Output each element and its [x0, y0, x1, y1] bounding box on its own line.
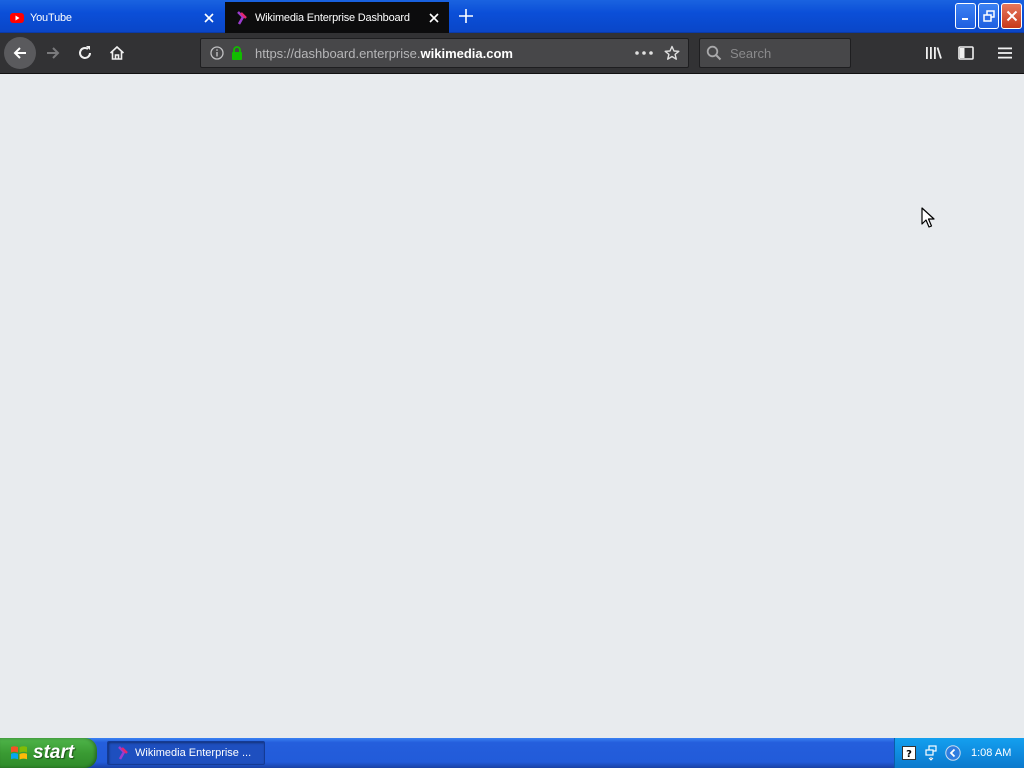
- notification-chevron-icon[interactable]: [945, 745, 961, 761]
- minimize-icon: [961, 18, 968, 20]
- hamburger-menu-icon: [998, 47, 1012, 59]
- close-tab-icon[interactable]: [200, 9, 218, 27]
- taskbar: start Wikimedia Enterprise ... ? 1:08 AM: [0, 738, 1024, 768]
- svg-text:?: ?: [906, 749, 912, 760]
- page-content[interactable]: [0, 74, 1024, 738]
- home-icon: [109, 45, 125, 60]
- restore-icon: [982, 10, 995, 22]
- sidebar-toggle-button[interactable]: [950, 37, 982, 69]
- menu-button[interactable]: [989, 37, 1021, 69]
- taskbar-window-label: Wikimedia Enterprise ...: [135, 747, 252, 759]
- wikimedia-icon: [118, 746, 128, 760]
- tab-strip: YouTube Wikimedia Enterprise Dashboard: [0, 0, 1024, 33]
- wikimedia-icon: [235, 10, 249, 25]
- library-button[interactable]: [918, 37, 950, 69]
- help-icon[interactable]: ?: [901, 745, 917, 761]
- tab-title: Wikimedia Enterprise Dashboard: [255, 11, 410, 24]
- taskbar-window-firefox[interactable]: Wikimedia Enterprise ...: [107, 741, 265, 765]
- info-icon[interactable]: [207, 43, 227, 63]
- plus-icon: [459, 9, 473, 23]
- library-icon: [926, 47, 942, 59]
- clock[interactable]: 1:08 AM: [971, 747, 1011, 759]
- home-button[interactable]: [101, 37, 133, 69]
- network-icon[interactable]: [923, 745, 939, 761]
- start-label: start: [33, 742, 75, 763]
- tab-youtube[interactable]: YouTube: [0, 2, 224, 33]
- address-bar[interactable]: https://dashboard.enterprise.wikimedia.c…: [200, 38, 689, 68]
- sidebar-icon: [958, 46, 974, 60]
- back-arrow-icon: [13, 47, 26, 59]
- search-bar[interactable]: [699, 38, 851, 68]
- restore-button[interactable]: [978, 3, 999, 29]
- forward-button[interactable]: [37, 37, 69, 69]
- window-controls: [955, 3, 1022, 29]
- back-button[interactable]: [4, 37, 36, 69]
- reload-button[interactable]: [69, 37, 101, 69]
- minimize-button[interactable]: [955, 3, 976, 29]
- new-tab-button[interactable]: [455, 5, 477, 27]
- close-icon: [1006, 10, 1017, 22]
- mouse-cursor-icon: [921, 207, 935, 234]
- lock-icon[interactable]: [227, 43, 247, 63]
- page-actions-icon[interactable]: [630, 43, 658, 63]
- forward-arrow-icon: [47, 47, 60, 59]
- windows-logo-icon: [11, 746, 27, 760]
- search-icon: [706, 45, 722, 61]
- url-prefix: https://dashboard.enterprise.: [255, 45, 421, 61]
- search-input[interactable]: [730, 45, 840, 61]
- close-window-button[interactable]: [1001, 3, 1022, 29]
- close-tab-icon[interactable]: [425, 9, 443, 27]
- reload-icon: [79, 46, 91, 59]
- bookmark-star-icon[interactable]: [658, 43, 686, 63]
- url-text[interactable]: https://dashboard.enterprise.wikimedia.c…: [255, 46, 630, 61]
- tab-wikimedia-enterprise[interactable]: Wikimedia Enterprise Dashboard: [225, 2, 449, 33]
- start-button[interactable]: start: [0, 738, 97, 768]
- tab-title: YouTube: [30, 11, 72, 24]
- youtube-icon: [10, 11, 24, 25]
- url-domain: wikimedia.com: [420, 45, 513, 61]
- navigation-toolbar: https://dashboard.enterprise.wikimedia.c…: [0, 33, 1024, 74]
- system-tray: ? 1:08 AM: [894, 738, 1024, 768]
